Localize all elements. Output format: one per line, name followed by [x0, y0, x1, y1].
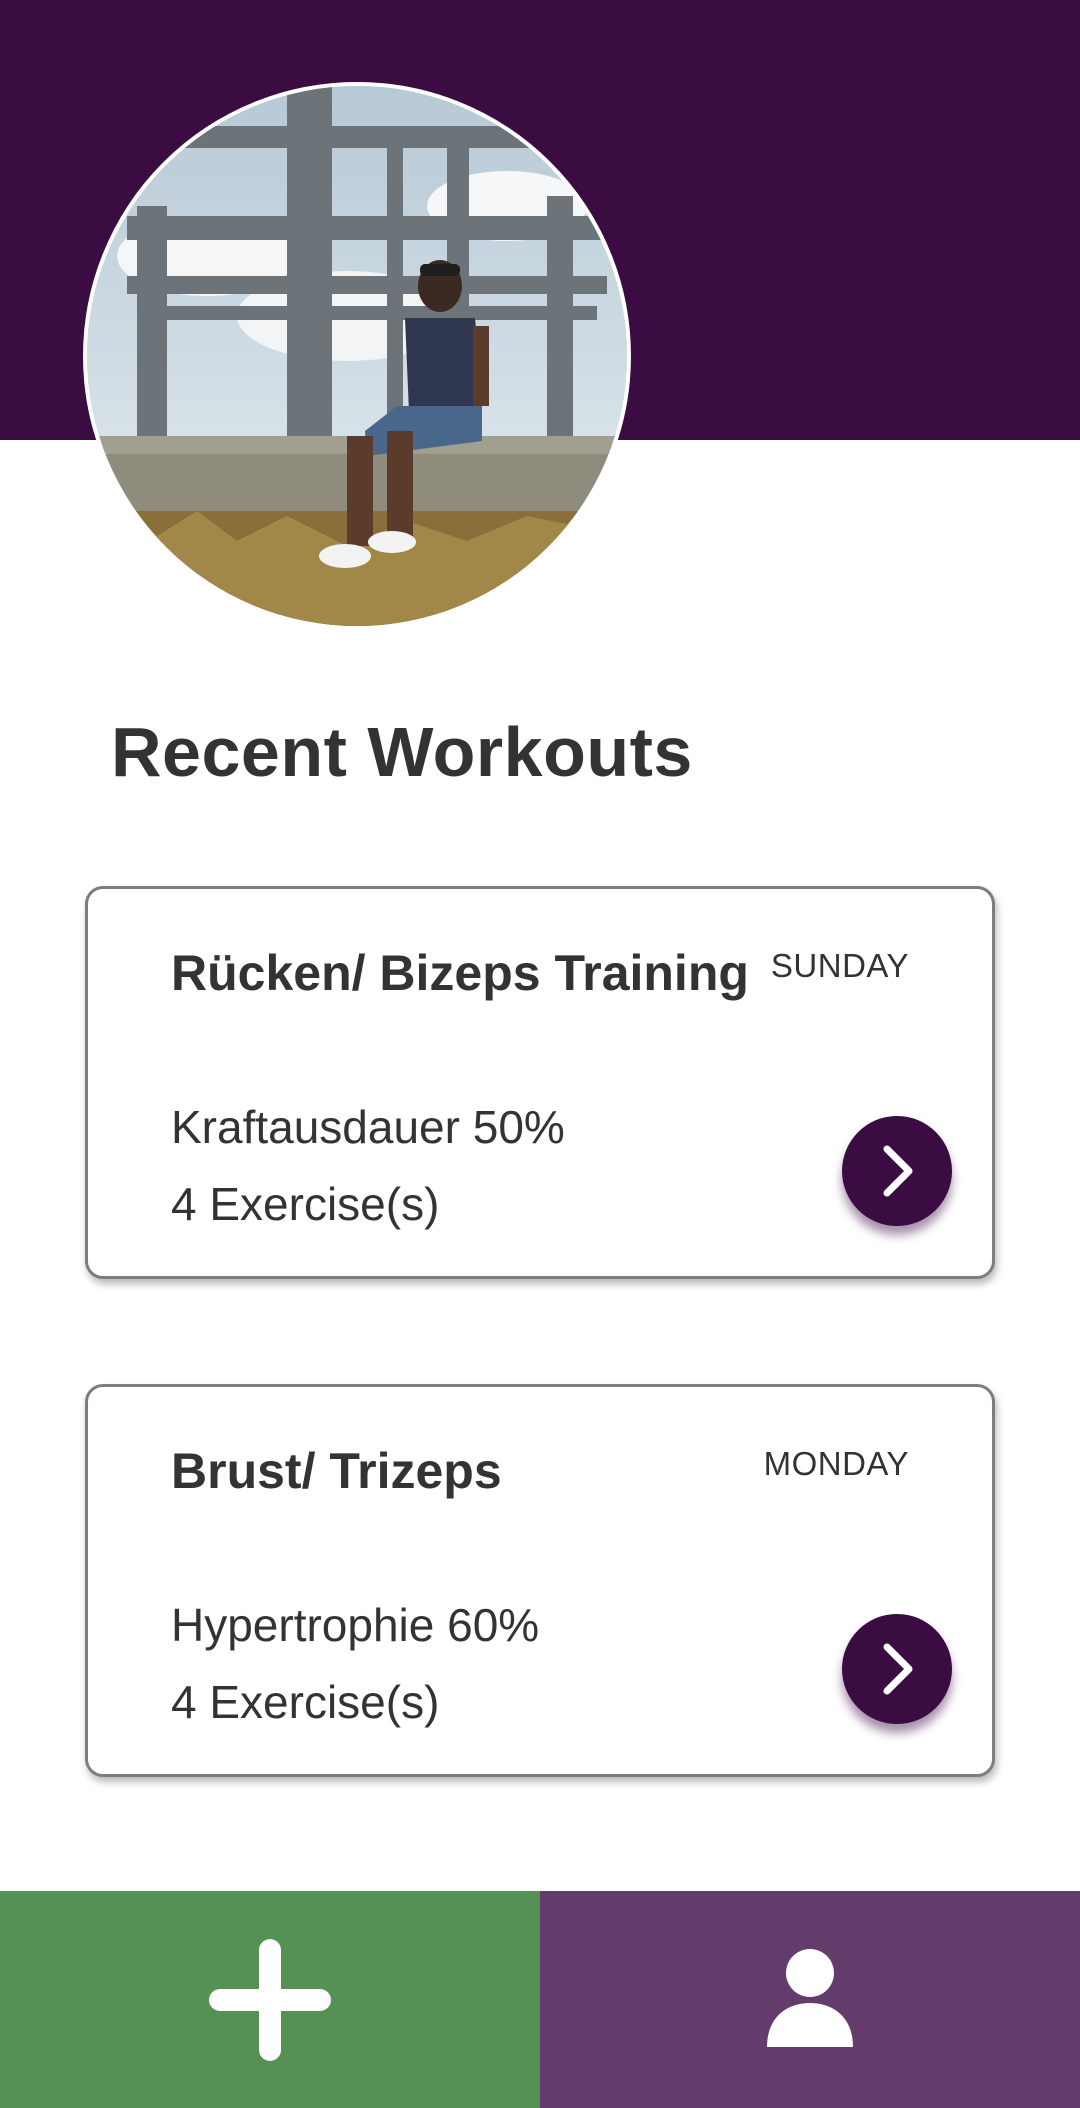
person-icon: [767, 1948, 853, 2047]
workout-exercise-count: 4 Exercise(s): [171, 1676, 440, 1728]
workout-intensity: Hypertrophie 60%: [171, 1599, 540, 1651]
workout-intensity: Kraftausdauer 50%: [171, 1101, 565, 1153]
workout-day: SUNDAY: [770, 947, 909, 984]
bottom-navigation: [0, 1891, 1080, 2108]
workout-card[interactable]: Rücken/ Bizeps Training SUNDAY Kraftausd…: [85, 886, 995, 1279]
plus-icon: [209, 1938, 331, 2061]
workout-card[interactable]: Brust/ Trizeps MONDAY Hypertrophie 60% 4…: [85, 1384, 995, 1777]
workout-details: Kraftausdauer 50% 4 Exercise(s): [171, 1089, 565, 1243]
profile-button[interactable]: [540, 1891, 1080, 2108]
add-workout-button[interactable]: [0, 1891, 540, 2108]
profile-avatar[interactable]: [83, 82, 631, 630]
chevron-right-icon: [883, 1145, 913, 1197]
open-workout-button[interactable]: [842, 1116, 952, 1226]
workout-title: Brust/ Trizeps: [171, 1443, 502, 1499]
open-workout-button[interactable]: [842, 1614, 952, 1724]
chevron-right-icon: [883, 1643, 913, 1695]
workout-exercise-count: 4 Exercise(s): [171, 1178, 440, 1230]
workout-day: MONDAY: [763, 1445, 909, 1482]
workout-title: Rücken/ Bizeps Training: [171, 945, 749, 1001]
workout-details: Hypertrophie 60% 4 Exercise(s): [171, 1587, 539, 1741]
avatar-photo: [87, 86, 627, 626]
recent-workouts-heading: Recent Workouts: [111, 713, 693, 791]
